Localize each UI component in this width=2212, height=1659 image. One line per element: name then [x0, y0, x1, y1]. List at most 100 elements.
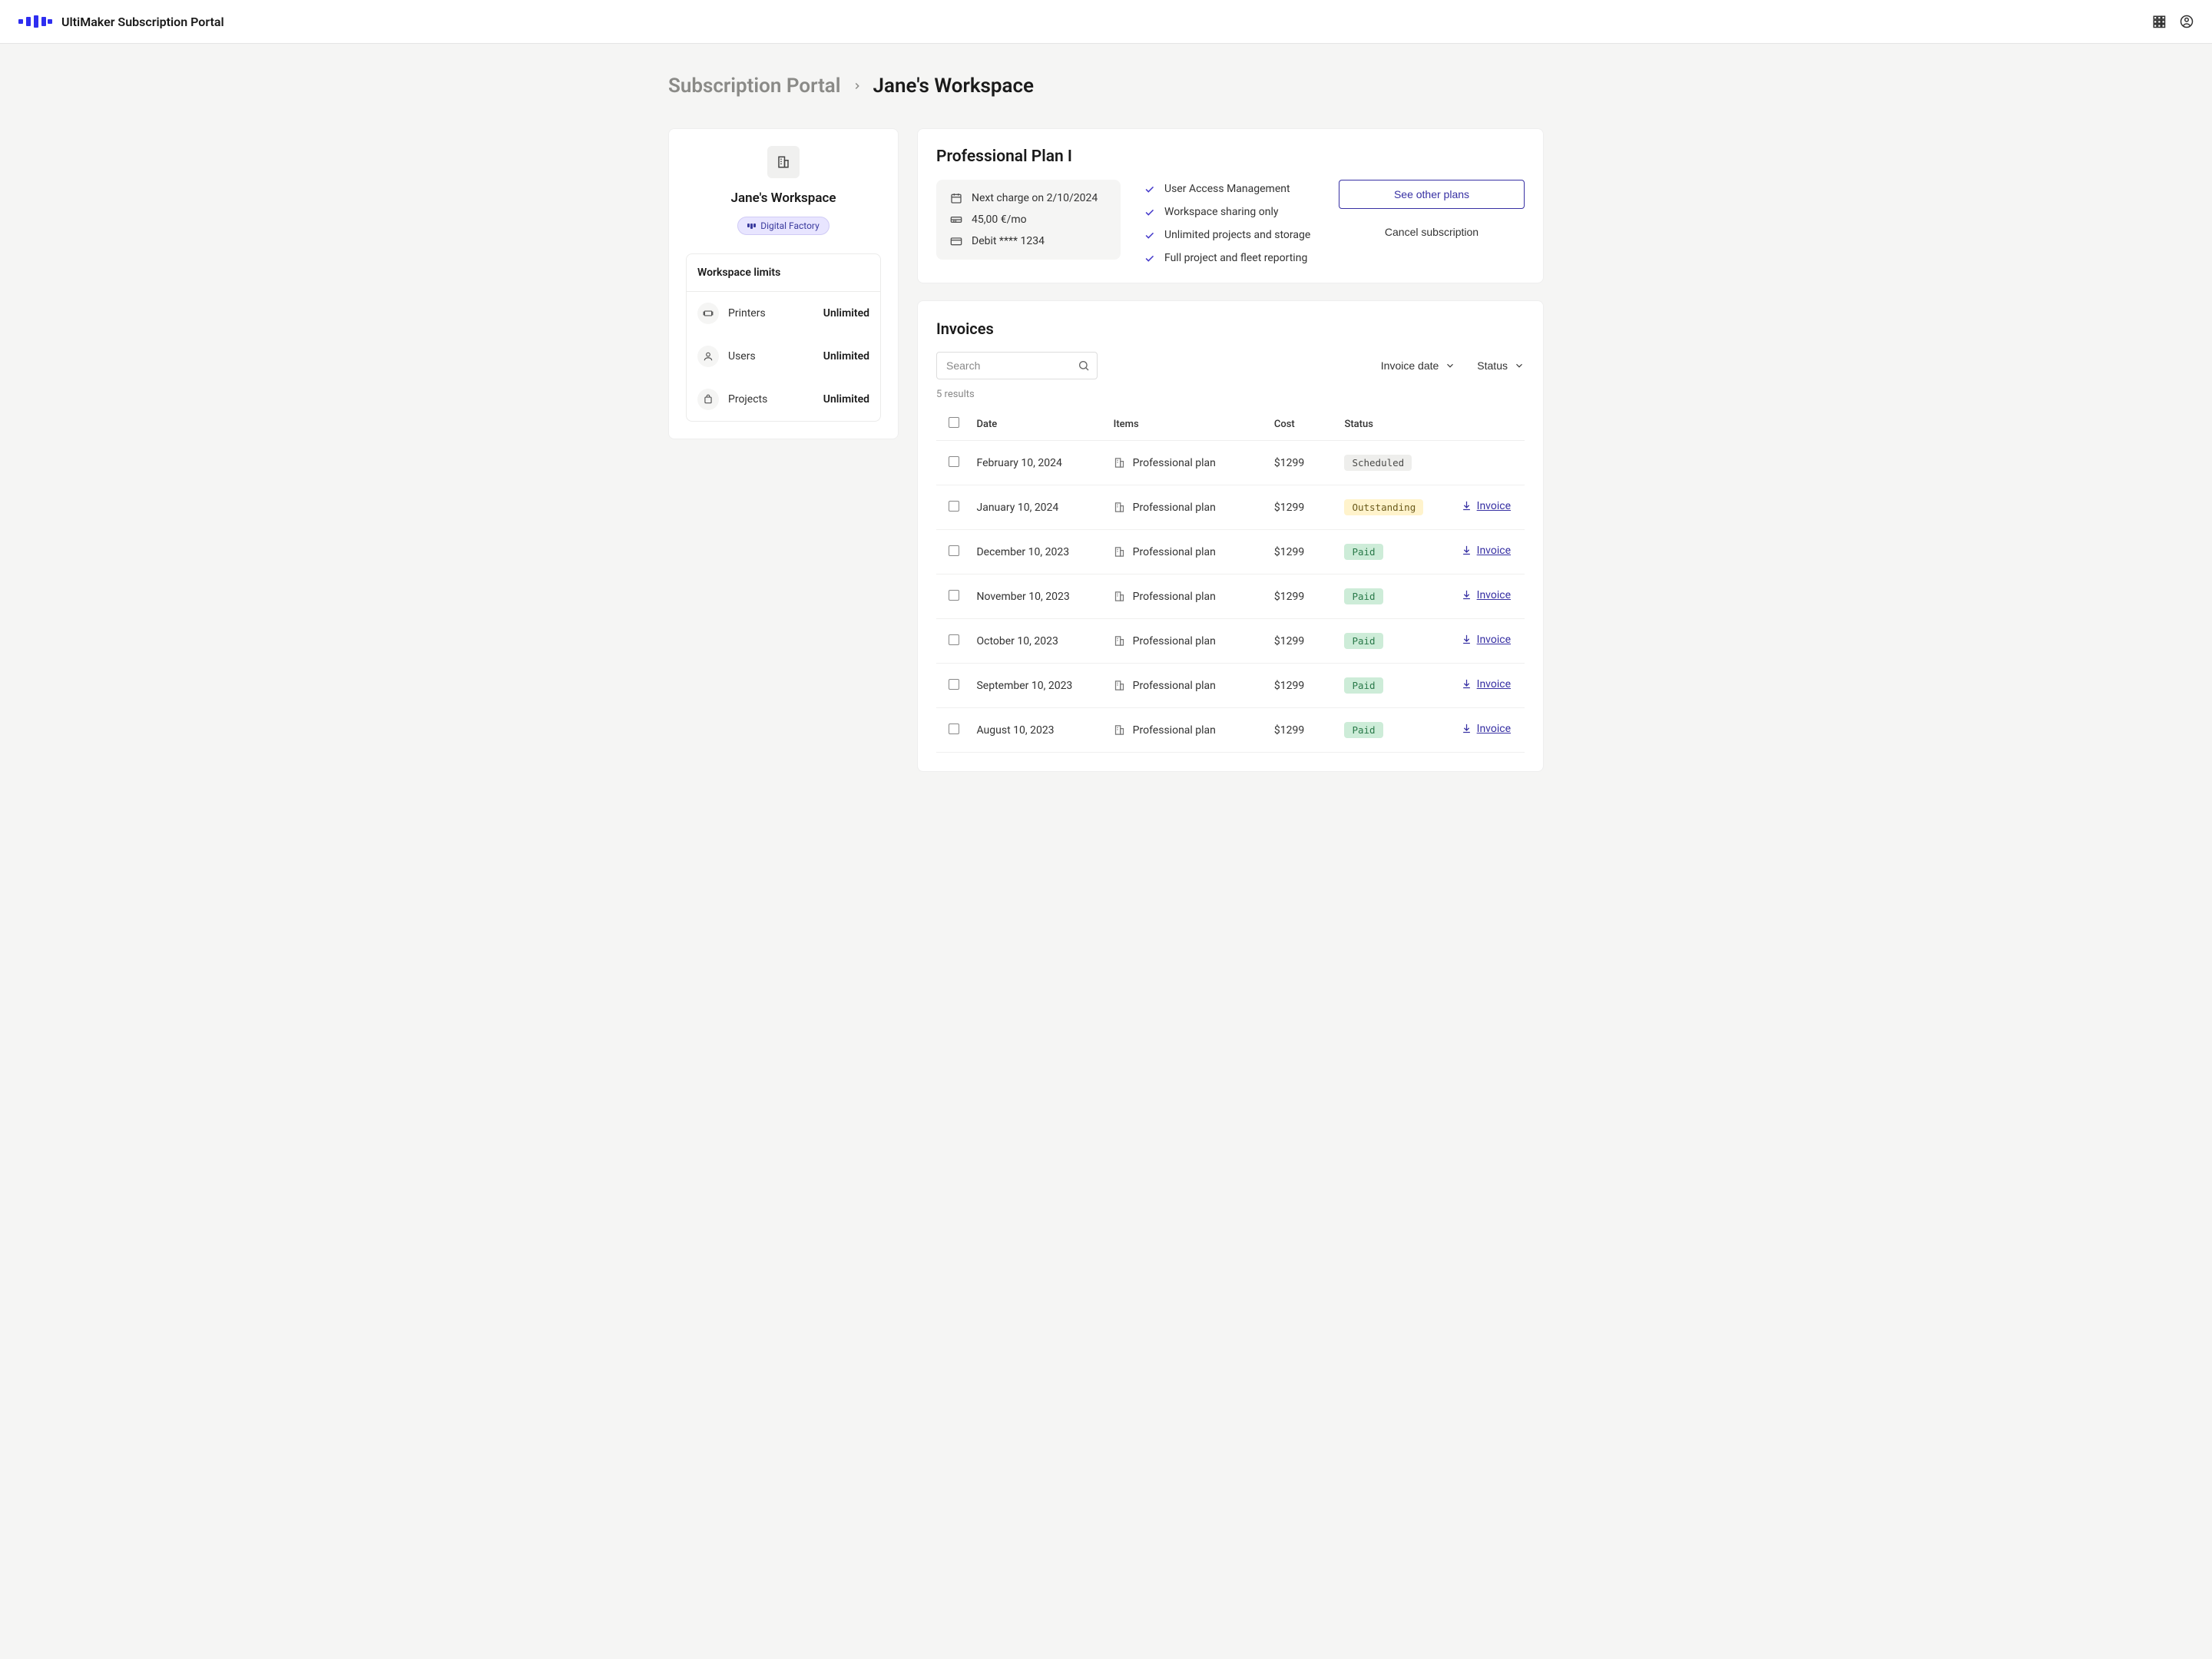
charge-info: Next charge on 2/10/2024 45,00 €/mo Debi…	[936, 180, 1121, 260]
status-badge: Paid	[1344, 544, 1382, 560]
breadcrumb-root[interactable]: Subscription Portal	[668, 75, 841, 98]
invoice-download-link[interactable]: Invoice	[1461, 500, 1511, 512]
digital-factory-badge: Digital Factory	[737, 217, 830, 235]
cell-date: October 10, 2023	[970, 619, 1107, 664]
invoices-table: Date Items Cost Status February 10, 2024…	[936, 408, 1525, 753]
account-icon[interactable]	[2180, 15, 2194, 28]
invoice-download-link[interactable]: Invoice	[1461, 723, 1511, 735]
cell-date: August 10, 2023	[970, 708, 1107, 753]
invoice-row: November 10, 2023Professional plan$1299P…	[936, 575, 1525, 619]
cancel-subscription-button[interactable]: Cancel subscription	[1339, 218, 1525, 246]
invoice-link-label: Invoice	[1477, 545, 1511, 557]
limit-icon	[697, 346, 719, 367]
cell-item: Professional plan	[1133, 591, 1216, 603]
money-icon	[950, 214, 962, 226]
cell-item: Professional plan	[1133, 724, 1216, 737]
row-checkbox[interactable]	[949, 634, 959, 645]
row-checkbox[interactable]	[949, 456, 959, 467]
cell-cost: $1299	[1268, 485, 1339, 530]
limits-row: UsersUnlimited	[687, 335, 880, 378]
cell-cost: $1299	[1268, 664, 1339, 708]
invoice-download-link[interactable]: Invoice	[1461, 589, 1511, 601]
row-checkbox[interactable]	[949, 501, 959, 512]
building-icon	[1114, 635, 1125, 647]
feature-text: Workspace sharing only	[1164, 206, 1278, 218]
header-brand: UltiMaker Subscription Portal	[18, 15, 224, 29]
cell-cost: $1299	[1268, 530, 1339, 575]
plan-card: Professional Plan I Next charge on 2/10/…	[917, 128, 1544, 283]
invoice-link-label: Invoice	[1477, 589, 1511, 601]
plan-features: User Access Management Workspace sharing …	[1144, 180, 1316, 264]
cell-cost: $1299	[1268, 575, 1339, 619]
limit-value: Unlimited	[823, 393, 869, 406]
apps-grid-icon[interactable]	[2152, 15, 2166, 28]
row-checkbox[interactable]	[949, 724, 959, 734]
building-icon	[1114, 724, 1125, 736]
invoices-title: Invoices	[936, 320, 1525, 338]
col-header-status: Status	[1338, 408, 1442, 441]
building-icon	[1114, 546, 1125, 558]
status-badge: Paid	[1344, 677, 1382, 694]
limit-label: Projects	[728, 393, 814, 406]
plan-feature: Unlimited projects and storage	[1144, 229, 1316, 241]
check-icon	[1144, 230, 1155, 241]
header-actions	[2152, 15, 2194, 28]
cell-date: January 10, 2024	[970, 485, 1107, 530]
next-charge-text: Next charge on 2/10/2024	[972, 192, 1098, 204]
check-icon	[1144, 253, 1155, 264]
invoices-card: Invoices Invoice date	[917, 300, 1544, 772]
cell-cost: $1299	[1268, 441, 1339, 485]
col-header-items: Items	[1108, 408, 1268, 441]
feature-text: User Access Management	[1164, 183, 1290, 195]
factory-badge-label: Digital Factory	[760, 220, 820, 231]
building-icon	[767, 146, 800, 178]
col-header-cost: Cost	[1268, 408, 1339, 441]
filter-status[interactable]: Status	[1477, 359, 1525, 372]
building-icon	[1114, 457, 1125, 469]
building-icon	[1114, 502, 1125, 513]
workspace-card: Jane's Workspace Digital Factory Workspa…	[668, 128, 899, 439]
chevron-right-icon	[852, 81, 863, 91]
see-other-plans-button[interactable]: See other plans	[1339, 180, 1525, 209]
workspace-name: Jane's Workspace	[686, 190, 881, 206]
factory-badge-icon	[747, 224, 756, 229]
limit-label: Users	[728, 350, 814, 363]
building-icon	[1114, 680, 1125, 691]
breadcrumb: Subscription Portal Jane's Workspace	[668, 75, 1544, 98]
workspace-limits: Workspace limits PrintersUnlimitedUsersU…	[686, 253, 881, 422]
cell-date: December 10, 2023	[970, 530, 1107, 575]
cell-item: Professional plan	[1133, 457, 1216, 469]
invoice-download-link[interactable]: Invoice	[1461, 545, 1511, 557]
feature-text: Full project and fleet reporting	[1164, 252, 1307, 264]
invoice-link-label: Invoice	[1477, 500, 1511, 512]
check-icon	[1144, 184, 1155, 195]
cell-date: September 10, 2023	[970, 664, 1107, 708]
status-badge: Scheduled	[1344, 455, 1412, 471]
cell-cost: $1299	[1268, 619, 1339, 664]
building-icon	[1114, 591, 1125, 602]
payment-text: Debit **** 1234	[972, 235, 1045, 247]
row-checkbox[interactable]	[949, 679, 959, 690]
invoice-row: September 10, 2023Professional plan$1299…	[936, 664, 1525, 708]
price-text: 45,00 €/mo	[972, 214, 1027, 226]
filter-invoice-date-label: Invoice date	[1381, 359, 1439, 372]
filter-invoice-date[interactable]: Invoice date	[1381, 359, 1456, 372]
status-badge: Paid	[1344, 722, 1382, 738]
invoice-link-label: Invoice	[1477, 723, 1511, 735]
cell-item: Professional plan	[1133, 546, 1216, 558]
select-all-checkbox[interactable]	[949, 417, 959, 428]
cell-item: Professional plan	[1133, 635, 1216, 647]
row-checkbox[interactable]	[949, 590, 959, 601]
search-input[interactable]	[936, 352, 1098, 379]
plan-feature: Full project and fleet reporting	[1144, 252, 1316, 264]
invoice-download-link[interactable]: Invoice	[1461, 634, 1511, 646]
plan-title: Professional Plan I	[936, 147, 1525, 166]
search-icon	[1078, 359, 1090, 372]
calendar-icon	[950, 192, 962, 204]
invoice-link-label: Invoice	[1477, 634, 1511, 646]
cell-cost: $1299	[1268, 708, 1339, 753]
invoice-download-link[interactable]: Invoice	[1461, 678, 1511, 690]
cell-date: February 10, 2024	[970, 441, 1107, 485]
cell-item: Professional plan	[1133, 502, 1216, 514]
row-checkbox[interactable]	[949, 545, 959, 556]
